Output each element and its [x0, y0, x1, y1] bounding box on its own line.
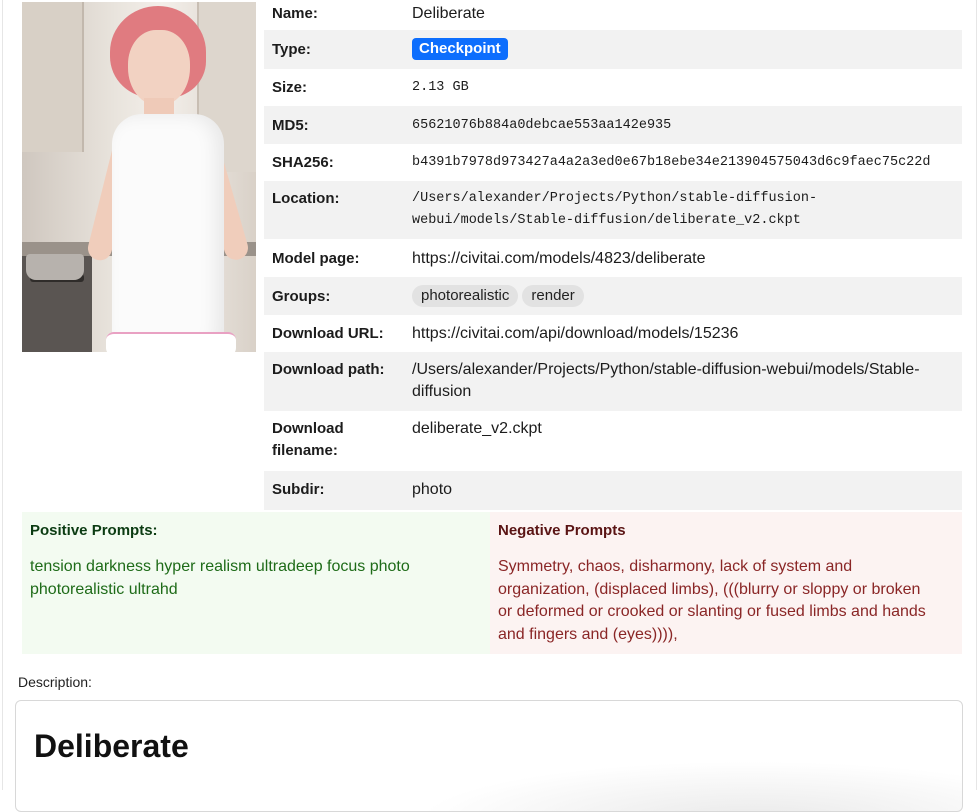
- prompt-line: and fingers and (eyes)))),: [498, 625, 678, 643]
- prompts-section: Positive Prompts: tension darkness hyper…: [22, 512, 962, 654]
- location-value: /Users/alexander/Projects/Python/stable-…: [412, 188, 817, 232]
- sha256-value: b4391b7978d973427a4a2a3ed0e67b18ebe34e21…: [412, 155, 931, 170]
- download-filename-value: deliberate_v2.ckpt: [412, 420, 542, 437]
- row-name: Name: Deliberate: [264, 0, 962, 30]
- size-label: Size:: [272, 79, 308, 96]
- prompt-line: tension darkness hyper realism ultradeep…: [30, 558, 410, 575]
- location-label: Location:: [272, 190, 340, 207]
- type-badge: Checkpoint: [412, 38, 508, 60]
- positive-prompts-title: Positive Prompts:: [30, 522, 158, 539]
- row-model-page: Model page: https://civitai.com/models/4…: [264, 239, 962, 277]
- subdir-value: photo: [412, 481, 453, 498]
- positive-prompts-panel: Positive Prompts: tension darkness hyper…: [22, 512, 490, 654]
- negative-prompts-text: Symmetry, chaos, disharmony, lack of sys…: [498, 556, 948, 646]
- size-value: 2.13 GB: [412, 80, 469, 95]
- positive-prompts-text: tension darkness hyper realism ultradeep…: [30, 556, 460, 601]
- right-border: [976, 0, 977, 790]
- group-tag[interactable]: render: [522, 285, 584, 307]
- sha256-label: SHA256:: [272, 154, 334, 171]
- description-box: Deliberate: [15, 700, 963, 812]
- md5-label: MD5:: [272, 117, 309, 134]
- download-path-value: /Users/alexander/Projects/Python/stable-…: [412, 359, 920, 403]
- row-md5: MD5: 65621076b884a0debcae553aa142e935: [264, 106, 962, 144]
- model-preview-image[interactable]: [22, 2, 256, 352]
- row-groups: Groups: photorealistic render: [264, 277, 962, 315]
- row-sha256: SHA256: b4391b7978d973427a4a2a3ed0e67b18…: [264, 144, 962, 181]
- name-label: Name:: [272, 5, 318, 22]
- image-detail: [128, 30, 190, 106]
- model-info-table: Name: Deliberate Type: Checkpoint Size: …: [264, 0, 962, 510]
- groups-label: Groups:: [272, 288, 331, 305]
- groups-value: photorealistic render: [412, 285, 588, 307]
- description-label: Description:: [18, 674, 92, 690]
- description-shadow: [416, 761, 962, 811]
- name-value: Deliberate: [412, 5, 485, 22]
- prompt-line: photorealistic ultrahd: [30, 580, 178, 598]
- image-detail: [112, 114, 224, 350]
- subdir-label: Subdir:: [272, 481, 325, 498]
- prompt-line: or deformed or crooked or slanting or fu…: [498, 603, 926, 620]
- model-page-label: Model page:: [272, 250, 360, 267]
- image-detail: [106, 332, 236, 352]
- location-line: /Users/alexander/Projects/Python/stable-…: [412, 191, 818, 206]
- row-download-filename: Download filename: deliberate_v2.ckpt: [264, 411, 962, 471]
- row-location: Location: /Users/alexander/Projects/Pyth…: [264, 181, 962, 239]
- negative-prompts-title: Negative Prompts: [498, 522, 626, 539]
- row-download-path: Download path: /Users/alexander/Projects…: [264, 352, 962, 411]
- download-path-line: diffusion: [412, 383, 472, 400]
- row-download-url: Download URL: https://civitai.com/api/do…: [264, 315, 962, 352]
- type-label: Type:: [272, 41, 311, 58]
- download-filename-label: Download filename:: [272, 418, 344, 462]
- description-title: Deliberate: [34, 728, 189, 764]
- download-url-label: Download URL:: [272, 325, 384, 342]
- row-size: Size: 2.13 GB: [264, 69, 962, 106]
- prompt-line: organization, (displaced limbs), (((blur…: [498, 580, 921, 598]
- label-line: filename:: [272, 442, 338, 459]
- row-type: Type: Checkpoint: [264, 30, 962, 69]
- prompt-line: Symmetry, chaos, disharmony, lack of sys…: [498, 558, 853, 575]
- left-border: [2, 0, 3, 790]
- negative-prompts-panel: Negative Prompts Symmetry, chaos, dishar…: [490, 512, 962, 654]
- type-value: Checkpoint: [412, 38, 508, 60]
- download-url-link[interactable]: https://civitai.com/api/download/models/…: [412, 323, 738, 345]
- label-line: Download: [272, 420, 344, 437]
- group-tag[interactable]: photorealistic: [412, 285, 519, 307]
- image-detail: [26, 254, 84, 280]
- location-line: webui/models/Stable-diffusion/deliberate…: [412, 213, 801, 228]
- md5-value: 65621076b884a0debcae553aa142e935: [412, 118, 672, 133]
- download-path-line: /Users/alexander/Projects/Python/stable-…: [412, 361, 920, 378]
- image-detail: [22, 2, 84, 152]
- model-page-link[interactable]: https://civitai.com/models/4823/delibera…: [412, 248, 705, 270]
- row-subdir: Subdir: photo: [264, 471, 962, 510]
- download-path-label: Download path:: [272, 361, 385, 378]
